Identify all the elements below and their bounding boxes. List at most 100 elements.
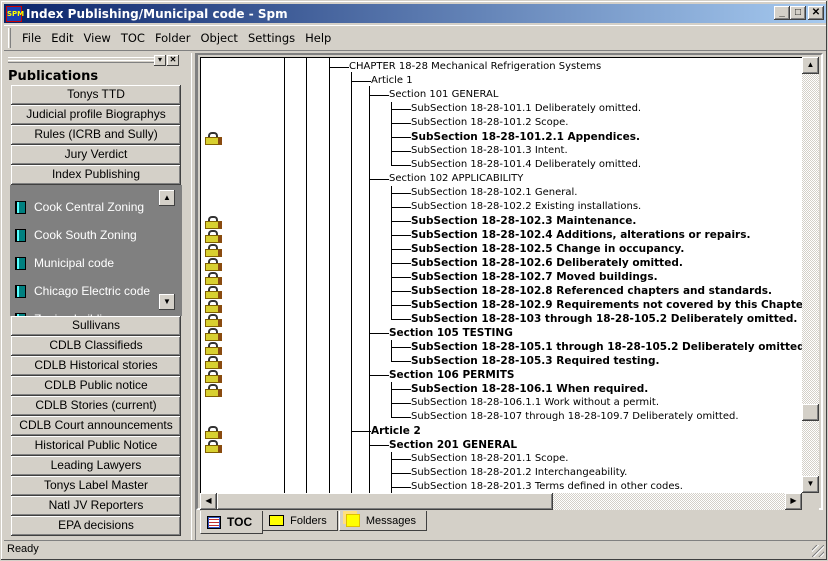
tree-branch-line — [391, 396, 392, 410]
publication-item[interactable]: Zoning building — [15, 309, 115, 316]
menu-settings[interactable]: Settings — [243, 31, 300, 45]
toc-row[interactable]: Section 101 GENERAL — [201, 88, 801, 102]
toc-row[interactable]: Section 201 GENERAL — [201, 438, 801, 453]
menu-help[interactable]: Help — [300, 31, 336, 45]
menu-edit[interactable]: Edit — [46, 31, 78, 45]
menu-file[interactable]: File — [17, 31, 46, 45]
scroll-right-button[interactable]: ▶ — [785, 493, 802, 510]
tab-messages[interactable]: Messages — [338, 511, 427, 531]
publications-scroll-down[interactable]: ▼ — [159, 294, 175, 310]
toc-row[interactable]: SubSection 18-28-102.3 Maintenance. — [201, 214, 801, 229]
publication-button[interactable]: Historical Public Notice — [11, 436, 181, 456]
maximize-button[interactable]: □ — [790, 6, 806, 20]
toc-row[interactable]: SubSection 18-28-101.2.1 Appendices. — [201, 130, 801, 145]
toc-row[interactable]: SubSection 18-28-201.3 Terms defined in … — [201, 480, 801, 493]
toc-row[interactable]: SubSection 18-28-106.1 When required. — [201, 382, 801, 397]
publication-item[interactable]: Chicago Electric code — [15, 281, 150, 301]
toc-row[interactable]: CHAPTER 18-28 Mechanical Refrigeration S… — [201, 60, 801, 74]
tree-connector — [391, 305, 411, 306]
scroll-corner — [802, 493, 819, 510]
toc-row[interactable]: SubSection 18-28-201.1 Scope. — [201, 452, 801, 466]
toc-row[interactable]: Section 102 APPLICABILITY — [201, 172, 801, 186]
publication-button[interactable]: CDLB Court announcements — [11, 416, 181, 436]
minimize-button[interactable]: _ — [774, 6, 790, 20]
tree-connector — [391, 109, 411, 110]
toc-row[interactable]: Section 106 PERMITS — [201, 368, 801, 383]
tree-branch-line — [329, 60, 330, 74]
panel-grip[interactable] — [8, 57, 154, 63]
publication-button[interactable]: Index Publishing — [11, 165, 181, 185]
lock-icon — [205, 384, 223, 397]
toc-row[interactable]: SubSection 18-28-102.4 Additions, altera… — [201, 228, 801, 243]
publication-button[interactable]: EPA decisions — [11, 516, 181, 536]
tab-toc[interactable]: TOC — [200, 511, 264, 534]
tree-connector — [391, 319, 411, 320]
publication-button[interactable]: CDLB Stories (current) — [11, 396, 181, 416]
toc-row[interactable]: SubSection 18-28-201.2 Interchangeabilit… — [201, 466, 801, 480]
app-icon: SPM — [6, 5, 24, 22]
toc-row[interactable]: SubSection 18-28-102.2 Existing installa… — [201, 200, 801, 214]
toc-row[interactable]: Article 2 — [201, 424, 801, 439]
publication-button[interactable]: Rules (ICRB and Sully) — [11, 125, 181, 145]
menu-folder[interactable]: Folder — [150, 31, 196, 45]
vertical-scroll-thumb[interactable] — [802, 404, 819, 421]
close-button[interactable]: ✕ — [808, 6, 824, 20]
publication-button[interactable]: Tonys Label Master — [11, 476, 181, 496]
publication-button[interactable]: Tonys TTD — [11, 85, 181, 105]
publication-button[interactable]: Leading Lawyers — [11, 456, 181, 476]
publication-item[interactable]: Cook South Zoning — [15, 225, 137, 245]
toc-row[interactable]: SubSection 18-28-102.5 Change in occupan… — [201, 242, 801, 257]
lock-icon — [205, 328, 223, 341]
toc-row[interactable]: SubSection 18-28-102.8 Referenced chapte… — [201, 284, 801, 299]
tree-connector — [391, 151, 411, 152]
scroll-up-button[interactable]: ▲ — [802, 57, 819, 74]
toc-row[interactable]: Section 105 TESTING — [201, 326, 801, 341]
toc-row[interactable]: SubSection 18-28-102.9 Requirements not … — [201, 298, 802, 313]
horizontal-scroll-thumb[interactable] — [217, 493, 553, 510]
tab-folders[interactable]: Folders — [262, 511, 338, 531]
publication-button[interactable]: CDLB Historical stories — [11, 356, 181, 376]
panel-close-button[interactable]: ✕ — [167, 55, 179, 66]
publication-button[interactable]: CDLB Classifieds — [11, 336, 181, 356]
toc-row[interactable]: SubSection 18-28-106.1.1 Work without a … — [201, 396, 801, 410]
toc-row[interactable]: Article 1 — [201, 74, 801, 88]
scroll-down-button[interactable]: ▼ — [802, 476, 819, 493]
toc-row[interactable]: SubSection 18-28-101.4 Deliberately omit… — [201, 158, 801, 172]
toc-row[interactable]: SubSection 18-28-101.3 Intent. — [201, 144, 801, 158]
toc-row[interactable]: SubSection 18-28-105.3 Required testing. — [201, 354, 801, 369]
toc-row-label: Section 105 TESTING — [389, 327, 513, 339]
toc-row[interactable]: SubSection 18-28-105.1 through 18-28-105… — [201, 340, 802, 355]
publication-button[interactable]: Judicial profile Biographys — [11, 105, 181, 125]
menu-object[interactable]: Object — [195, 31, 242, 45]
toc-row[interactable]: SubSection 18-28-107 through 18-28-109.7… — [201, 410, 801, 424]
vertical-scrollbar[interactable]: ▲ ▼ — [802, 57, 819, 493]
tree-branch-line — [391, 452, 392, 466]
tree-branch-line — [391, 354, 392, 362]
menu-toc[interactable]: TOC — [116, 31, 150, 45]
toc-row[interactable]: SubSection 18-28-102.6 Deliberately omit… — [201, 256, 801, 271]
tree-branch-line — [351, 424, 352, 438]
toc-row-label: SubSection 18-28-101.1 Deliberately omit… — [411, 103, 642, 114]
menubar-grip[interactable] — [8, 28, 11, 48]
messages-icon — [345, 514, 360, 527]
lock-icon — [205, 370, 223, 383]
publication-button[interactable]: Natl JV Reporters — [11, 496, 181, 516]
toc-row[interactable]: SubSection 18-28-101.2 Scope. — [201, 116, 801, 130]
publication-item[interactable]: Cook Central Zoning — [15, 197, 144, 217]
publication-button[interactable]: Jury Verdict — [11, 145, 181, 165]
publications-scroll-up[interactable]: ▲ — [159, 190, 175, 206]
publication-item[interactable]: Municipal code — [15, 253, 114, 273]
toc-row[interactable]: SubSection 18-28-103 through 18-28-105.2… — [201, 312, 801, 327]
horizontal-scrollbar[interactable]: ◀ ▶ — [200, 493, 802, 510]
toc-row[interactable]: SubSection 18-28-101.1 Deliberately omit… — [201, 102, 801, 116]
menu-view[interactable]: View — [79, 31, 116, 45]
tree-connector — [391, 207, 411, 208]
publication-button[interactable]: CDLB Public notice — [11, 376, 181, 396]
tree-branch-line — [369, 326, 370, 340]
toc-row[interactable]: SubSection 18-28-102.7 Moved buildings. — [201, 270, 801, 285]
scroll-left-button[interactable]: ◀ — [200, 493, 217, 510]
toc-row[interactable]: SubSection 18-28-102.1 General. — [201, 186, 801, 200]
panel-menu-button[interactable]: ▾ — [154, 55, 166, 66]
publication-button[interactable]: Sullivans — [11, 316, 181, 336]
resize-grip[interactable] — [812, 545, 824, 557]
